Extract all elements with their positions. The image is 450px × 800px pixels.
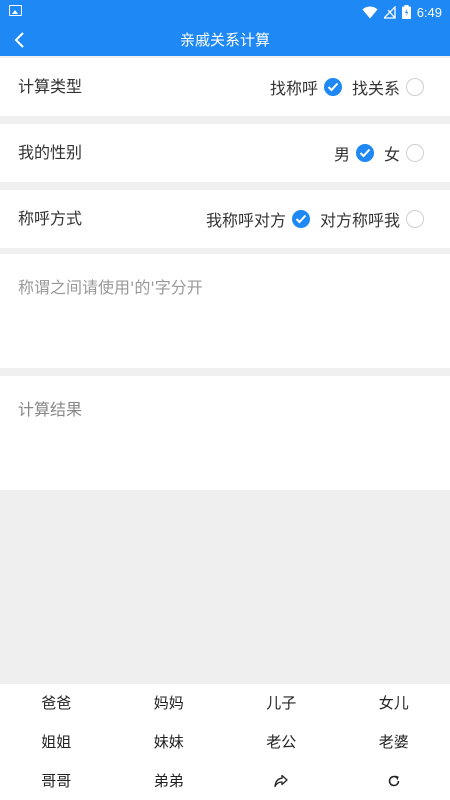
result-panel: 计算结果 <box>0 376 450 490</box>
radio-checked[interactable] <box>291 210 310 228</box>
address-mode-row: 称呼方式 我称呼对方 对方称呼我 <box>0 190 450 248</box>
gender-label: 我的性别 <box>18 143 83 162</box>
option-label: 找关系 <box>351 79 400 98</box>
option-label: 男 <box>333 145 350 164</box>
option-find-title[interactable]: 找称呼 <box>270 75 342 99</box>
cellular-no-signal-icon <box>383 5 396 19</box>
option-male[interactable]: 男 <box>334 141 374 165</box>
check-icon <box>359 148 371 158</box>
result-label: 计算结果 <box>18 400 83 419</box>
share-icon <box>274 774 288 788</box>
key-wife[interactable]: 老婆 <box>338 723 450 761</box>
key-younger-sister[interactable]: 妹妹 <box>113 723 226 761</box>
key-son[interactable]: 儿子 <box>225 684 338 722</box>
check-icon <box>295 214 307 224</box>
key-younger-brother[interactable]: 弟弟 <box>113 762 226 800</box>
gender-options: 男 女 <box>334 124 424 182</box>
gender-row: 我的性别 男 女 <box>0 124 450 182</box>
key-older-sister[interactable]: 姐姐 <box>0 723 113 761</box>
key-mom[interactable]: 妈妈 <box>113 684 226 722</box>
option-label: 找称呼 <box>269 79 318 98</box>
calc-type-options: 找称呼 找关系 <box>270 58 424 116</box>
key-daughter[interactable]: 女儿 <box>338 684 450 722</box>
address-mode-label: 称呼方式 <box>18 209 83 228</box>
status-bar: 6:49 <box>0 0 450 24</box>
check-icon <box>327 82 339 92</box>
share-button[interactable] <box>225 762 338 800</box>
address-mode-options: 我称呼对方 对方称呼我 <box>206 190 424 248</box>
image-notification-icon <box>9 5 22 16</box>
refresh-button[interactable] <box>338 762 450 800</box>
relation-input[interactable]: 称谓之间请使用'的'字分开 <box>0 254 450 368</box>
app-bar: 亲戚关系计算 <box>0 24 450 56</box>
radio-unchecked[interactable] <box>406 144 424 162</box>
refresh-icon <box>388 775 400 787</box>
battery-icon <box>401 5 411 19</box>
empty-area <box>0 490 450 684</box>
radio-unchecked[interactable] <box>406 78 424 96</box>
page-title: 亲戚关系计算 <box>179 31 270 49</box>
relation-keyboard: 爸爸 妈妈 儿子 女儿 姐姐 妹妹 老公 老婆 哥哥 弟弟 <box>0 684 450 800</box>
calc-type-row: 计算类型 找称呼 找关系 <box>0 58 450 116</box>
wifi-icon <box>362 6 378 18</box>
option-find-relation[interactable]: 找关系 <box>352 75 424 99</box>
clock: 6:49 <box>416 4 442 20</box>
option-female[interactable]: 女 <box>384 141 424 165</box>
key-older-brother[interactable]: 哥哥 <box>0 762 113 800</box>
option-i-call-them[interactable]: 我称呼对方 <box>206 207 310 231</box>
status-icons: 6:49 <box>362 2 442 22</box>
option-label: 女 <box>383 145 400 164</box>
option-they-call-me[interactable]: 对方称呼我 <box>320 207 424 231</box>
key-husband[interactable]: 老公 <box>225 723 338 761</box>
calc-type-label: 计算类型 <box>18 77 83 96</box>
key-dad[interactable]: 爸爸 <box>0 684 113 722</box>
option-label: 我称呼对方 <box>205 211 286 230</box>
option-label: 对方称呼我 <box>319 211 400 230</box>
radio-checked[interactable] <box>323 78 342 96</box>
radio-checked[interactable] <box>355 144 374 162</box>
radio-unchecked[interactable] <box>406 210 424 228</box>
input-placeholder: 称谓之间请使用'的'字分开 <box>18 278 203 297</box>
